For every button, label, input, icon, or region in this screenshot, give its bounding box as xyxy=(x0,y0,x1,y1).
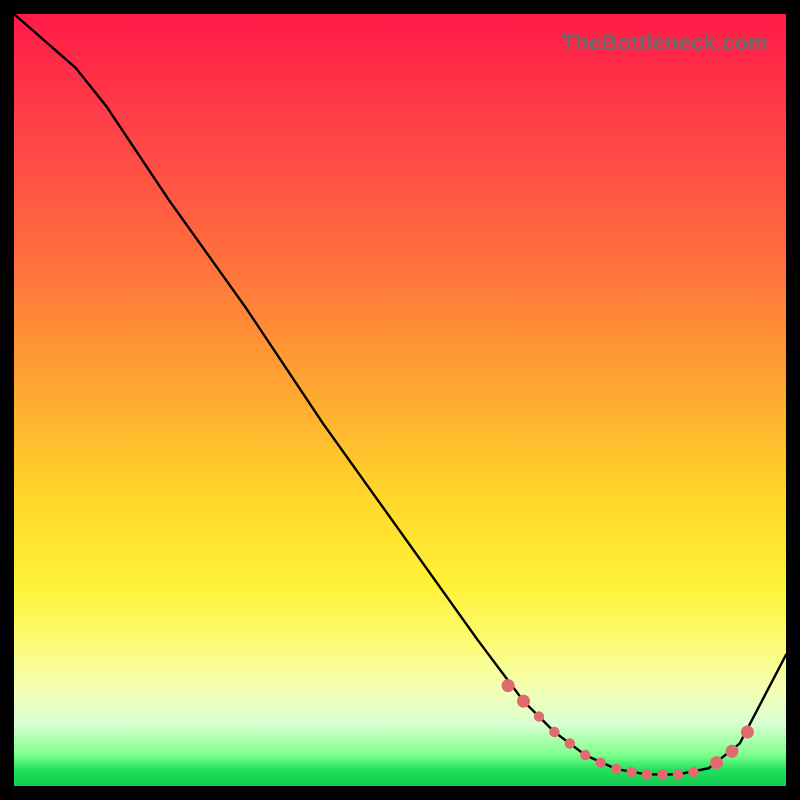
marker-point xyxy=(657,769,667,779)
chart-frame: TheBottleneck.com xyxy=(0,0,800,800)
marker-point xyxy=(596,758,606,768)
marker-point xyxy=(502,679,515,692)
marker-point xyxy=(688,767,698,777)
marker-point xyxy=(580,750,590,760)
marker-group xyxy=(502,679,754,780)
curve-layer xyxy=(14,14,786,786)
marker-point xyxy=(611,764,621,774)
marker-point xyxy=(673,769,683,779)
marker-point xyxy=(534,711,544,721)
marker-point xyxy=(642,769,652,779)
bottleneck-curve-path xyxy=(14,14,786,774)
marker-point xyxy=(565,738,575,748)
marker-point xyxy=(626,767,636,777)
marker-point xyxy=(517,695,530,708)
marker-point xyxy=(741,726,754,739)
plot-area: TheBottleneck.com xyxy=(14,14,786,786)
marker-point xyxy=(710,756,723,769)
marker-point xyxy=(726,745,739,758)
marker-point xyxy=(549,727,559,737)
